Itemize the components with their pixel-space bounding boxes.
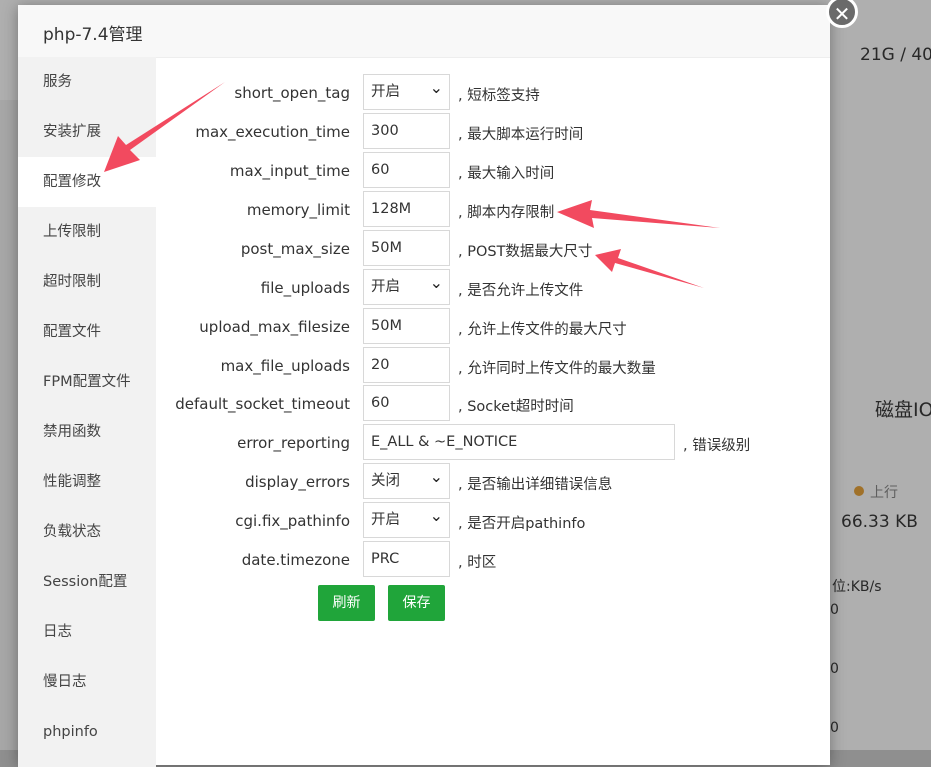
annotation-arrow	[104, 82, 225, 172]
annotation-arrow	[557, 200, 720, 228]
annotation-arrow	[595, 249, 704, 288]
annotation-arrows	[104, 82, 720, 288]
